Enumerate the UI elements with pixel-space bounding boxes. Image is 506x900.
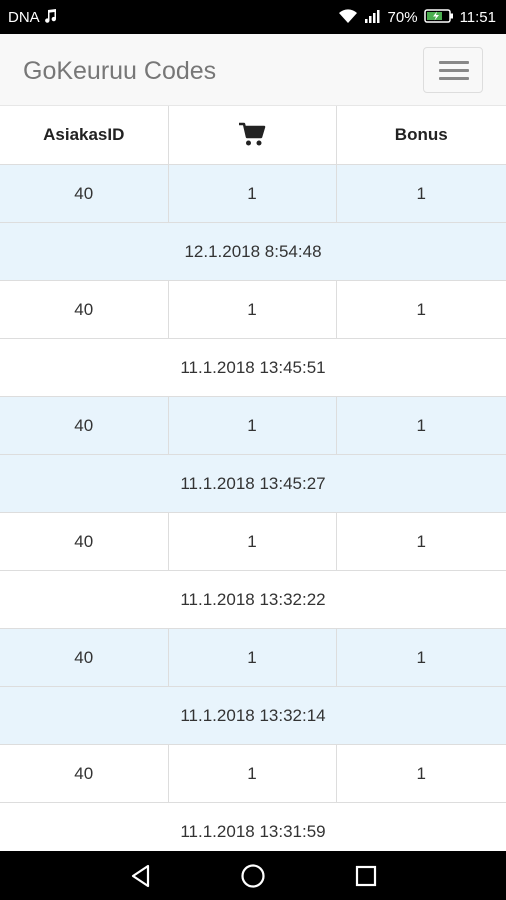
cell-asiakasid: 40 bbox=[0, 512, 169, 571]
cart-icon bbox=[238, 122, 266, 146]
table-row: 40 1 1 bbox=[0, 280, 506, 339]
table-row: 40 1 1 bbox=[0, 512, 506, 571]
battery-charging-icon bbox=[423, 8, 454, 28]
table-row-date: 11.1.2018 13:45:51 bbox=[0, 338, 506, 397]
wifi-icon bbox=[338, 8, 358, 28]
status-bar: DNA 70% 11:51 bbox=[0, 0, 506, 34]
table-row: 40 1 1 bbox=[0, 628, 506, 687]
cell-timestamp: 11.1.2018 13:32:14 bbox=[0, 686, 506, 745]
cell-timestamp: 12.1.2018 8:54:48 bbox=[0, 222, 506, 281]
music-note-icon bbox=[42, 8, 58, 28]
cell-bonus: 1 bbox=[335, 512, 506, 571]
table-row: 40 1 1 bbox=[0, 744, 506, 803]
hamburger-menu-button[interactable] bbox=[423, 47, 483, 93]
cell-quantity: 1 bbox=[167, 280, 337, 339]
cell-timestamp: 11.1.2018 13:45:27 bbox=[0, 454, 506, 513]
header-cart bbox=[167, 106, 337, 165]
table-header-row: AsiakasID Bonus bbox=[0, 106, 506, 165]
codes-table: AsiakasID Bonus 40 1 1 12.1.2018 8:54:48… bbox=[0, 106, 506, 861]
header-asiakasid: AsiakasID bbox=[0, 106, 169, 165]
table-row-date: 11.1.2018 13:45:27 bbox=[0, 454, 506, 513]
header-bonus: Bonus bbox=[335, 106, 506, 165]
brand-title[interactable]: GoKeuruu Codes bbox=[23, 56, 216, 86]
cell-asiakasid: 40 bbox=[0, 280, 169, 339]
table-row: 40 1 1 bbox=[0, 164, 506, 223]
cell-asiakasid: 40 bbox=[0, 164, 169, 223]
table-row-date: 11.1.2018 13:32:14 bbox=[0, 686, 506, 745]
cell-quantity: 1 bbox=[167, 628, 337, 687]
cell-timestamp: 11.1.2018 13:32:22 bbox=[0, 570, 506, 629]
cell-quantity: 1 bbox=[167, 744, 337, 803]
cell-timestamp: 11.1.2018 13:45:51 bbox=[0, 338, 506, 397]
table-row: 40 1 1 bbox=[0, 396, 506, 455]
cell-bonus: 1 bbox=[335, 628, 506, 687]
battery-percent: 70% bbox=[387, 9, 418, 26]
table-row-date: 12.1.2018 8:54:48 bbox=[0, 222, 506, 281]
app-navbar: GoKeuruu Codes bbox=[0, 34, 506, 106]
clock: 11:51 bbox=[459, 9, 496, 26]
cell-asiakasid: 40 bbox=[0, 628, 169, 687]
cell-bonus: 1 bbox=[335, 396, 506, 455]
cell-bonus: 1 bbox=[335, 164, 506, 223]
cell-quantity: 1 bbox=[167, 164, 337, 223]
carrier-label: DNA bbox=[8, 9, 40, 26]
cell-quantity: 1 bbox=[167, 512, 337, 571]
table-row-date: 11.1.2018 13:32:22 bbox=[0, 570, 506, 629]
cell-bonus: 1 bbox=[335, 744, 506, 803]
cell-asiakasid: 40 bbox=[0, 396, 169, 455]
back-icon[interactable] bbox=[128, 863, 154, 894]
cell-quantity: 1 bbox=[167, 396, 337, 455]
cell-asiakasid: 40 bbox=[0, 744, 169, 803]
signal-icon bbox=[364, 8, 382, 28]
home-icon[interactable] bbox=[240, 863, 266, 894]
cell-bonus: 1 bbox=[335, 280, 506, 339]
system-navigation-bar bbox=[0, 851, 506, 900]
recents-icon[interactable] bbox=[353, 863, 379, 894]
